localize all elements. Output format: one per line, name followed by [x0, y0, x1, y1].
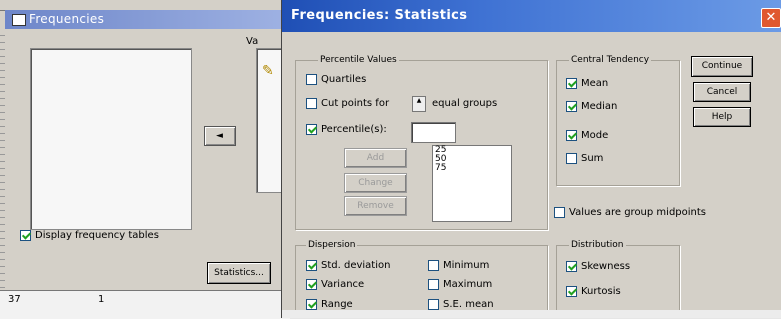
- cut-points-option[interactable]: Cut points for: [306, 98, 389, 112]
- sum-option[interactable]: Sum: [566, 153, 603, 167]
- mean-label: Mean: [581, 78, 609, 89]
- values-group-midpoints-option[interactable]: Values are group midpoints: [554, 207, 706, 221]
- frequencies-title: Frequencies: [29, 12, 105, 26]
- skewness-option[interactable]: Skewness: [566, 261, 630, 275]
- std-deviation-checkbox[interactable]: [306, 260, 317, 271]
- distribution-title: Distribution: [569, 239, 626, 251]
- sum-label: Sum: [581, 153, 604, 164]
- statistics-dialog-title: Frequencies: Statistics: [291, 8, 468, 23]
- mode-label: Mode: [581, 130, 609, 141]
- quartiles-checkbox[interactable]: [306, 74, 317, 85]
- percentile-list[interactable]: 25 50 75: [432, 145, 512, 222]
- maximum-option[interactable]: Maximum: [428, 279, 492, 293]
- range-checkbox[interactable]: [306, 299, 317, 310]
- central-tendency-title: Central Tendency: [569, 54, 652, 66]
- minimum-label: Minimum: [443, 260, 490, 271]
- frequencies-titlebar[interactable]: Frequencies: [5, 10, 290, 29]
- remove-button[interactable]: Remove: [344, 196, 407, 216]
- display-frequency-tables-option[interactable]: Display frequency tables: [20, 230, 159, 244]
- percentiles-label: Percentile(s):: [321, 124, 387, 135]
- cut-points-label: Cut points for: [321, 98, 390, 109]
- std-deviation-label: Std. deviation: [321, 260, 391, 271]
- equal-groups-label: equal groups: [432, 98, 498, 109]
- frequencies-window: Frequencies ◄ Va ✎ Display frequency tab…: [0, 0, 292, 319]
- pencil-variable-icon[interactable]: ✎: [262, 64, 274, 78]
- mean-option[interactable]: Mean: [566, 78, 608, 92]
- dispersion-title: Dispersion: [306, 239, 358, 251]
- se-mean-label: S.E. mean: [443, 299, 494, 310]
- distribution-group: Distribution: [556, 239, 680, 313]
- percentile-values-title: Percentile Values: [318, 54, 399, 66]
- median-option[interactable]: Median: [566, 101, 617, 115]
- values-group-midpoints-checkbox[interactable]: [554, 207, 565, 218]
- display-frequency-tables-label: Display frequency tables: [35, 230, 159, 241]
- window-system-icon: [12, 14, 26, 26]
- values-group-midpoints-label: Values are group midpoints: [569, 207, 707, 218]
- percentiles-checkbox[interactable]: [306, 124, 317, 135]
- display-frequency-tables-checkbox[interactable]: [20, 230, 31, 241]
- mode-option[interactable]: Mode: [566, 130, 608, 144]
- dialog-bottom-strip: [282, 310, 781, 318]
- variance-label: Variance: [321, 279, 365, 290]
- quartiles-option[interactable]: Quartiles: [306, 74, 366, 88]
- quartiles-label: Quartiles: [321, 74, 367, 85]
- percentiles-option[interactable]: Percentile(s):: [306, 124, 387, 138]
- se-mean-checkbox[interactable]: [428, 299, 439, 310]
- sum-checkbox[interactable]: [566, 153, 577, 164]
- kurtosis-checkbox[interactable]: [566, 286, 577, 297]
- help-button[interactable]: Help: [693, 107, 751, 127]
- maximum-label: Maximum: [443, 279, 493, 290]
- cancel-button[interactable]: Cancel: [693, 82, 751, 102]
- percentile-list-item[interactable]: 75: [433, 164, 511, 173]
- median-checkbox[interactable]: [566, 101, 577, 112]
- close-icon: ✕: [765, 10, 777, 25]
- source-variable-list[interactable]: [30, 48, 192, 230]
- variance-checkbox[interactable]: [306, 279, 317, 290]
- status-mid-value: 1: [98, 294, 105, 305]
- skewness-label: Skewness: [581, 261, 631, 272]
- range-label: Range: [321, 299, 353, 310]
- kurtosis-option[interactable]: Kurtosis: [566, 286, 621, 300]
- change-button[interactable]: Change: [344, 173, 407, 193]
- spinner-up-icon[interactable]: ▲: [413, 97, 425, 104]
- mode-checkbox[interactable]: [566, 130, 577, 141]
- status-left-value: 37: [8, 294, 21, 305]
- skewness-checkbox[interactable]: [566, 261, 577, 272]
- statistics-button[interactable]: Statistics...: [207, 262, 271, 284]
- statistics-dialog-titlebar[interactable]: Frequencies: Statistics ✕: [282, 0, 781, 32]
- cut-points-checkbox[interactable]: [306, 98, 317, 109]
- minimum-checkbox[interactable]: [428, 260, 439, 271]
- add-button[interactable]: Add: [344, 148, 407, 168]
- status-bar: 37 1: [0, 290, 290, 319]
- minimum-option[interactable]: Minimum: [428, 260, 489, 274]
- mean-checkbox[interactable]: [566, 78, 577, 89]
- median-label: Median: [581, 101, 618, 112]
- std-deviation-option[interactable]: Std. deviation: [306, 260, 390, 274]
- variance-option[interactable]: Variance: [306, 279, 364, 293]
- continue-button[interactable]: Continue: [691, 56, 753, 77]
- move-variable-button[interactable]: ◄: [204, 126, 236, 146]
- frequencies-statistics-dialog: Frequencies: Statistics ✕ Percentile Val…: [281, 0, 781, 318]
- kurtosis-label: Kurtosis: [581, 286, 621, 297]
- cut-points-spinner[interactable]: ▲: [412, 96, 426, 112]
- left-arrow-icon: ◄: [216, 131, 223, 141]
- maximum-checkbox[interactable]: [428, 279, 439, 290]
- percentile-input[interactable]: [411, 122, 456, 143]
- close-button[interactable]: ✕: [761, 8, 781, 28]
